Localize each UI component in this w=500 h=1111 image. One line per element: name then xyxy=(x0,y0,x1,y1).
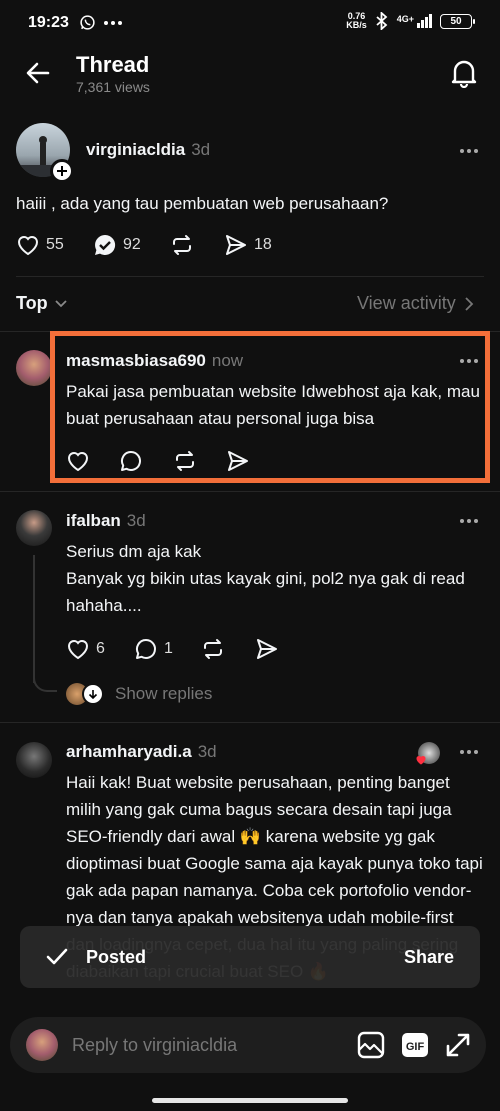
comment-checked-icon xyxy=(95,234,116,255)
reply-repost-button[interactable] xyxy=(173,449,197,473)
main-post-header: virginiacldia 3d xyxy=(86,140,210,160)
reply-more-button[interactable] xyxy=(460,750,478,754)
send-icon xyxy=(257,639,277,659)
reply-time: now xyxy=(211,351,244,370)
reply-time: 3d xyxy=(197,742,217,761)
arrow-left-icon xyxy=(26,62,50,84)
send-icon xyxy=(226,235,246,255)
comment-icon xyxy=(136,639,156,659)
reply-text: Serius dm aja kak Banyak yg bikin utas k… xyxy=(66,542,465,615)
main-repost-button[interactable] xyxy=(170,233,194,257)
main-like-button[interactable]: 55 xyxy=(16,233,64,257)
image-icon xyxy=(357,1031,385,1059)
reply-username[interactable]: ifalban xyxy=(66,511,121,530)
reply-like-button[interactable] xyxy=(66,449,90,473)
reply-like-button[interactable]: 6 xyxy=(66,637,105,661)
view-activity-link[interactable]: View activity xyxy=(357,293,474,314)
status-icons: 0.76 KB/s 4G+ 50 xyxy=(346,11,475,30)
page-title: Thread xyxy=(76,52,150,77)
reply-username[interactable]: arhamharyadi.a xyxy=(66,742,192,761)
expand-button[interactable] xyxy=(444,1031,472,1059)
reply-header: ifalban 3d xyxy=(66,511,146,531)
bluetooth-icon xyxy=(375,12,389,30)
reply-share-button[interactable] xyxy=(255,637,279,661)
signal-icon: 4G+ xyxy=(397,14,432,28)
gif-icon: GIF xyxy=(402,1033,428,1057)
more-notifications-icon xyxy=(104,21,122,25)
net-speed: 0.76 KB/s xyxy=(346,11,367,30)
heart-icon xyxy=(17,236,39,256)
heart-icon xyxy=(67,640,89,660)
repost-icon xyxy=(173,235,191,255)
show-replies-button[interactable]: Show replies xyxy=(66,683,212,705)
reply-comment-button[interactable]: 1 xyxy=(134,637,173,661)
reply-avatar[interactable] xyxy=(16,742,52,778)
back-button[interactable] xyxy=(24,59,52,87)
bell-icon xyxy=(451,60,477,88)
repost-icon xyxy=(204,639,222,659)
home-indicator[interactable] xyxy=(152,1098,348,1103)
chevron-down-icon xyxy=(55,299,67,307)
reply-header: arhamharyadi.a 3d xyxy=(66,742,217,762)
reply-username[interactable]: masmasbiasa690 xyxy=(66,351,206,370)
main-comment-button[interactable]: 92 xyxy=(93,233,141,257)
chevron-right-icon xyxy=(465,296,473,311)
expand-icon xyxy=(446,1033,470,1057)
follow-plus-button[interactable] xyxy=(50,159,74,183)
reply-avatar[interactable] xyxy=(16,350,52,386)
main-post-more-button[interactable] xyxy=(460,149,478,153)
main-post-text: haiii , ada yang tau pembuatan web perus… xyxy=(16,194,389,213)
gif-button[interactable]: GIF xyxy=(400,1030,430,1060)
reply-repost-button[interactable] xyxy=(201,637,225,661)
plus-icon xyxy=(57,166,67,176)
main-share-button[interactable]: 18 xyxy=(224,233,272,257)
comment-icon xyxy=(121,451,141,471)
divider xyxy=(16,276,484,277)
image-button[interactable] xyxy=(356,1030,386,1060)
main-post-username[interactable]: virginiacldia xyxy=(86,140,185,159)
reply-share-button[interactable] xyxy=(226,449,250,473)
heart-icon xyxy=(67,452,89,472)
thread-line xyxy=(33,555,35,683)
heart-icon xyxy=(416,756,426,765)
divider xyxy=(0,722,500,723)
reply-composer[interactable]: Reply to virginiacldia GIF xyxy=(10,1017,486,1073)
main-post-time: 3d xyxy=(191,140,211,159)
toast-label: Posted xyxy=(86,946,147,967)
reply-header: masmasbiasa690 now xyxy=(66,351,243,371)
reply-comment-button[interactable] xyxy=(119,449,143,473)
reply-more-button[interactable] xyxy=(460,519,478,523)
more-icon xyxy=(460,750,478,754)
reply-more-button[interactable] xyxy=(460,359,478,363)
more-icon xyxy=(460,359,478,363)
arrow-down-icon xyxy=(82,683,104,705)
more-icon xyxy=(460,519,478,523)
reply-time: 3d xyxy=(126,511,146,530)
check-icon xyxy=(46,948,68,965)
view-count: 7,361 views xyxy=(76,79,150,95)
notification-bell-button[interactable] xyxy=(450,58,478,88)
current-user-avatar xyxy=(26,1029,58,1061)
sort-dropdown[interactable]: Top xyxy=(16,293,68,314)
whatsapp-icon xyxy=(79,14,96,31)
reply-avatar[interactable] xyxy=(16,510,52,546)
thread-line-curve xyxy=(33,672,57,692)
svg-text:GIF: GIF xyxy=(406,1041,425,1053)
author-liked-badge xyxy=(416,742,440,765)
posted-toast: Posted Share xyxy=(20,926,480,988)
battery-icon: 50 xyxy=(440,13,475,29)
reply-input[interactable]: Reply to virginiacldia xyxy=(72,1035,356,1056)
status-time: 19:23 xyxy=(28,14,69,31)
share-button[interactable]: Share xyxy=(404,947,454,968)
send-icon xyxy=(228,451,248,471)
repost-icon xyxy=(176,451,194,471)
reply-text: Pakai jasa pembuatan website Idwebhost a… xyxy=(66,382,480,428)
divider xyxy=(0,491,500,492)
more-icon xyxy=(460,149,478,153)
